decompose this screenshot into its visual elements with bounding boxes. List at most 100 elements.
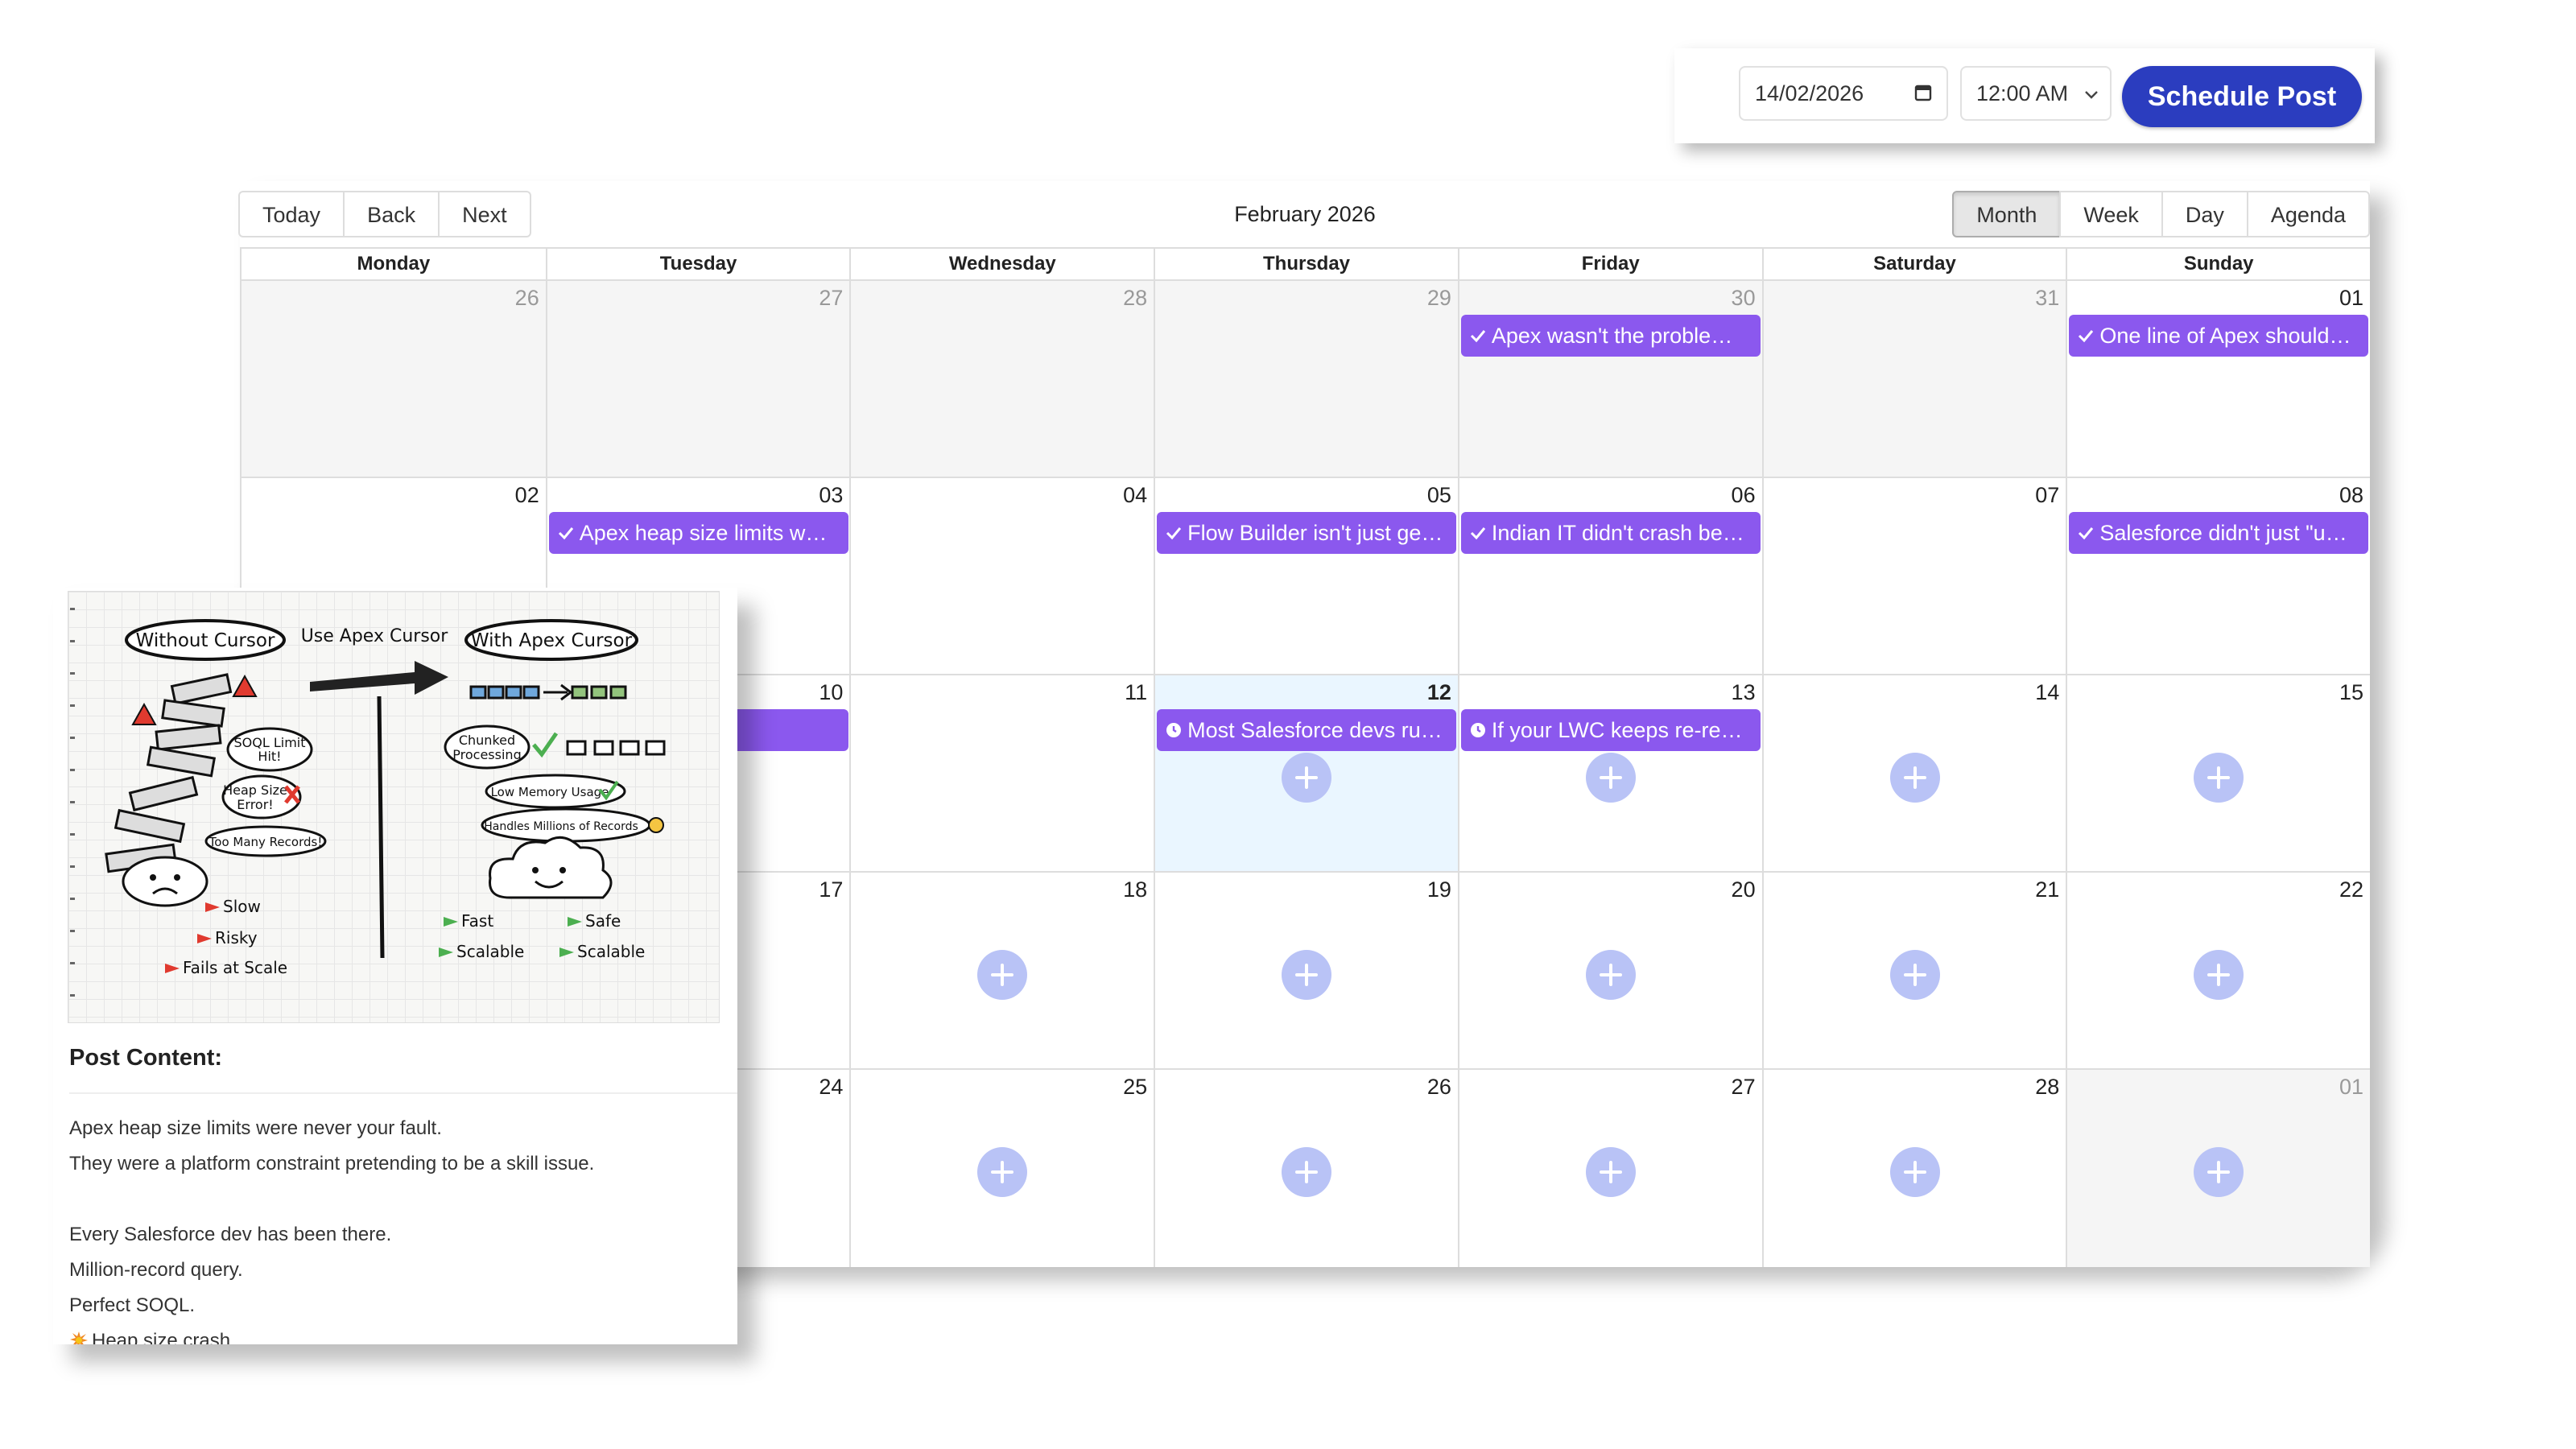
day-cell[interactable]: 06 Indian IT didn't crash be…	[1457, 478, 1762, 674]
day-cell[interactable]: 27	[1457, 1070, 1762, 1267]
image-good-left-2: Scalable	[456, 942, 524, 961]
calendar-event[interactable]: Apex heap size limits w…	[548, 512, 848, 554]
view-week-button[interactable]: Week	[2059, 191, 2163, 237]
day-cell[interactable]: 15	[2066, 675, 2371, 871]
calendar-event[interactable]: Apex wasn't the proble…	[1460, 315, 1761, 357]
add-post-button[interactable]	[1282, 950, 1332, 1000]
day-number[interactable]: 26	[1427, 1075, 1451, 1100]
add-post-button[interactable]	[1282, 1147, 1332, 1197]
calendar-event[interactable]: One line of Apex should…	[2069, 315, 2369, 357]
add-post-button[interactable]	[977, 950, 1028, 1000]
day-cell[interactable]: 18	[849, 873, 1154, 1068]
day-cell[interactable]: 28	[1761, 1070, 2066, 1267]
plus-icon	[2207, 1161, 2231, 1183]
weekday-label: Sunday	[2066, 249, 2370, 279]
day-cell[interactable]: 31	[1761, 281, 2066, 477]
post-line: Million-record query.	[69, 1259, 243, 1281]
day-number[interactable]: 14	[2035, 680, 2059, 705]
day-cell[interactable]: 11	[849, 675, 1154, 871]
day-cell[interactable]: 28	[849, 281, 1154, 477]
event-title: Most Salesforce devs ru…	[1187, 718, 1443, 742]
day-number[interactable]: 28	[2035, 1075, 2059, 1100]
add-post-button[interactable]	[2194, 950, 2244, 1000]
day-number[interactable]: 10	[819, 680, 843, 705]
day-number[interactable]: 13	[1732, 680, 1756, 705]
day-cell[interactable]: 29	[1154, 281, 1458, 477]
check-icon	[1470, 527, 1486, 540]
day-number[interactable]: 22	[2339, 877, 2363, 902]
add-post-button[interactable]	[2194, 753, 2244, 803]
day-cell[interactable]: 07	[1761, 478, 2066, 674]
schedule-post-button[interactable]: Schedule Post	[2122, 66, 2362, 127]
event-title: One line of Apex should…	[2099, 324, 2351, 348]
add-post-button[interactable]	[1889, 753, 1940, 803]
view-month-button[interactable]: Month	[1952, 191, 2062, 237]
day-number[interactable]: 24	[819, 1075, 843, 1100]
day-cell[interactable]: 14	[1761, 675, 2066, 871]
day-number[interactable]: 28	[1123, 286, 1147, 311]
day-cell[interactable]: 04	[849, 478, 1154, 674]
view-day-button[interactable]: Day	[2161, 191, 2248, 237]
day-number[interactable]: 18	[1123, 877, 1147, 902]
day-number[interactable]: 19	[1427, 877, 1451, 902]
day-number[interactable]: 08	[2339, 483, 2363, 508]
day-cell[interactable]: 01 One line of Apex should…	[2066, 281, 2371, 477]
day-number[interactable]: 06	[1732, 483, 1756, 508]
day-number[interactable]: 30	[1732, 286, 1756, 311]
day-number[interactable]: 12	[1427, 680, 1451, 705]
day-number[interactable]: 29	[1427, 286, 1451, 311]
day-cell[interactable]: 22	[2066, 873, 2371, 1068]
add-post-button[interactable]	[1889, 950, 1940, 1000]
day-cell[interactable]: 13 If your LWC keeps re-re…	[1457, 675, 1762, 871]
add-post-button[interactable]	[1585, 1147, 1636, 1197]
calendar-event[interactable]: Salesforce didn't just "u…	[2069, 512, 2369, 554]
day-cell[interactable]: 21	[1761, 873, 2066, 1068]
day-number[interactable]: 15	[2339, 680, 2363, 705]
day-number[interactable]: 27	[1732, 1075, 1756, 1100]
view-agenda-button[interactable]: Agenda	[2246, 191, 2370, 237]
day-number[interactable]: 26	[515, 286, 539, 311]
calendar-icon[interactable]	[1914, 84, 1932, 101]
day-cell[interactable]: 01	[2066, 1070, 2371, 1267]
schedule-date-input[interactable]: 14/02/2026	[1739, 66, 1948, 121]
day-number[interactable]: 07	[2035, 483, 2059, 508]
day-number[interactable]: 31	[2035, 286, 2059, 311]
calendar-event[interactable]: Most Salesforce devs ru…	[1157, 709, 1457, 751]
day-cell[interactable]: 26	[242, 281, 546, 477]
day-number[interactable]: 03	[819, 483, 843, 508]
image-good-left-1: Fast	[461, 911, 493, 931]
calendar-event[interactable]: Flow Builder isn't just ge…	[1157, 512, 1457, 554]
day-number[interactable]: 20	[1732, 877, 1756, 902]
day-number[interactable]: 25	[1123, 1075, 1147, 1100]
event-title: Apex heap size limits w…	[579, 521, 828, 545]
add-post-button[interactable]	[1889, 1147, 1940, 1197]
add-post-button[interactable]	[1585, 950, 1636, 1000]
day-number[interactable]: 02	[515, 483, 539, 508]
calendar-event[interactable]: Indian IT didn't crash be…	[1460, 512, 1761, 554]
day-cell[interactable]: 26	[1154, 1070, 1458, 1267]
day-cell[interactable]: 08 Salesforce didn't just "u…	[2066, 478, 2371, 674]
day-cell[interactable]: 05 Flow Builder isn't just ge…	[1154, 478, 1458, 674]
day-cell[interactable]: 30 Apex wasn't the proble…	[1457, 281, 1762, 477]
add-post-button[interactable]	[1585, 753, 1636, 803]
day-number[interactable]: 05	[1427, 483, 1451, 508]
day-number[interactable]: 04	[1123, 483, 1147, 508]
schedule-time-select[interactable]: 12:00 AM	[1960, 66, 2112, 121]
day-number[interactable]: 21	[2035, 877, 2059, 902]
add-post-button[interactable]	[2194, 1147, 2244, 1197]
add-post-button[interactable]	[977, 1147, 1028, 1197]
day-cell[interactable]: 27	[545, 281, 850, 477]
day-number[interactable]: 17	[819, 877, 843, 902]
day-cell-today[interactable]: 12 Most Salesforce devs ru…	[1154, 675, 1458, 871]
image-label-with: With Apex Cursor	[471, 630, 633, 651]
day-cell[interactable]: 19	[1154, 873, 1458, 1068]
day-number[interactable]: 01	[2339, 1075, 2363, 1100]
day-cell[interactable]: 20	[1457, 873, 1762, 1068]
day-number[interactable]: 01	[2339, 286, 2363, 311]
day-number[interactable]: 11	[1125, 680, 1147, 705]
calendar-event[interactable]: If your LWC keeps re-re…	[1460, 709, 1761, 751]
day-cell[interactable]: 25	[849, 1070, 1154, 1267]
add-post-button[interactable]	[1282, 753, 1332, 803]
check-icon	[2079, 330, 2094, 343]
day-number[interactable]: 27	[819, 286, 843, 311]
